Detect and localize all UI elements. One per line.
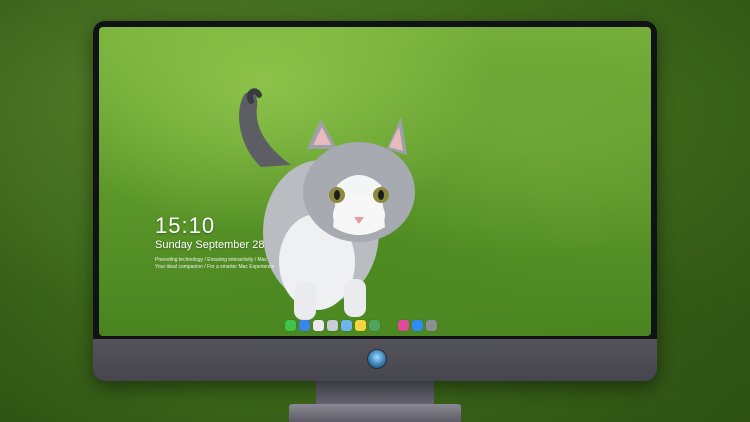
chat-bubble-icon[interactable]: [285, 319, 296, 331]
lock-screen-notice-line1: Preceding technology / Ensuring interact…: [155, 257, 267, 263]
music-note-icon[interactable]: [398, 319, 409, 331]
kitten-wallpaper-image: [239, 88, 415, 320]
app-store-icon[interactable]: [412, 319, 423, 331]
photos-icon[interactable]: [327, 319, 338, 331]
camera-icon[interactable]: [426, 319, 437, 331]
lock-screen-notice-line2: Your ideal companion / For a smarter Mac…: [155, 264, 275, 270]
lock-screen-clock: 15:10: [155, 213, 216, 238]
lock-screen-date: Sunday September 28: [155, 239, 265, 251]
preview-icon[interactable]: [369, 319, 380, 331]
monitor-chin: [93, 339, 657, 381]
monitor-stand-base: [289, 404, 461, 422]
imac-monitor: 15:10 Sunday September 28 Preceding tech…: [93, 21, 657, 381]
notes-icon[interactable]: [355, 319, 366, 331]
dock: [285, 317, 437, 333]
lock-screen: 15:10 Sunday September 28 Preceding tech…: [99, 27, 651, 336]
finder-icon[interactable]: [299, 319, 310, 331]
brand-logo: [367, 349, 387, 369]
clapper-icon[interactable]: [341, 319, 352, 331]
compass-icon[interactable]: [313, 319, 324, 331]
